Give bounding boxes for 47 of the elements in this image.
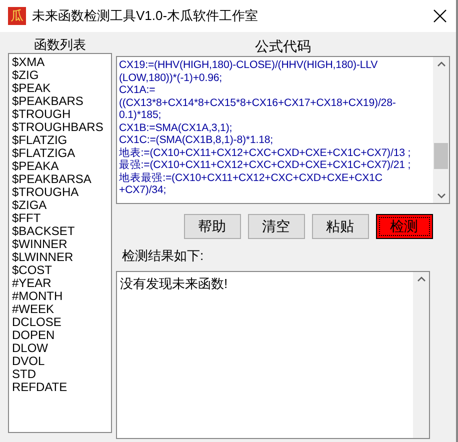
- function-item[interactable]: DLOW: [12, 342, 108, 355]
- code-header: 公式代码: [254, 37, 312, 56]
- action-button[interactable]: 粘贴: [312, 214, 368, 239]
- result-label: 检测结果如下:: [122, 248, 204, 263]
- list-header: 函数列表: [33, 36, 87, 53]
- function-item[interactable]: $FFT: [12, 212, 108, 225]
- function-item[interactable]: #MONTH: [12, 290, 108, 303]
- function-item[interactable]: $BACKSET: [12, 225, 108, 238]
- function-item[interactable]: STD: [12, 368, 108, 381]
- function-item[interactable]: $PEAKBARS: [12, 95, 108, 108]
- code-line: 地表最强:=(CX10+CX11+CX12+CXC+CXD+CXE+CX1C: [119, 172, 384, 184]
- action-button[interactable]: 清空: [248, 214, 304, 239]
- function-item[interactable]: $WINNER: [12, 238, 108, 251]
- code-line: 0.1)*185;: [119, 109, 162, 122]
- code-line: 地表:=(CX10+CX11+CX12+CXC+CXD+CXE+CX1C+CX7)/13 ;: [119, 146, 412, 159]
- code-line: CX1A:=: [119, 84, 156, 96]
- function-item[interactable]: $PEAKBARSA: [12, 173, 108, 186]
- function-item[interactable]: #WEEK: [12, 303, 108, 316]
- function-item[interactable]: $TROUGH: [12, 108, 108, 121]
- code-line: CX19:=(HHV(HIGH,180)-CLOSE)/(HHV(HIGH,180)-LLV: [119, 59, 379, 72]
- code-line: CX1B:=SMA(CX1A,3,1);: [119, 122, 234, 134]
- function-item[interactable]: #YEAR: [12, 277, 108, 290]
- code-line: ((CX13*8+CX14*8+CX15*8+CX16+CX17+CX18+CX19)/28-: [119, 96, 397, 109]
- function-item[interactable]: $XMA: [12, 56, 108, 69]
- function-item[interactable]: $TROUGHBARS: [12, 121, 108, 134]
- function-item[interactable]: $TROUGHA: [12, 186, 108, 199]
- function-item[interactable]: $COST: [12, 264, 108, 277]
- code-line: CX1C:=(SMA(CX1B,8,1)-8)*1.18;: [119, 134, 274, 146]
- app-logo: 瓜: [8, 7, 26, 25]
- function-item[interactable]: $ZIGA: [12, 199, 108, 212]
- code-line: 最强:=(CX10+CX11+CX12+CXC+CXD+CXE+CX1C+CX7)/21 ;: [119, 159, 412, 172]
- function-item[interactable]: $FLATZIG: [12, 134, 108, 147]
- code-line: (LOW,180))*(-1)+0.96;: [119, 72, 223, 84]
- function-item[interactable]: DCLOSE: [12, 316, 108, 329]
- action-button[interactable]: 帮助: [184, 214, 240, 239]
- result-text: 没有发现未来函数!: [120, 276, 228, 291]
- function-item[interactable]: $FLATZIGA: [12, 147, 108, 160]
- function-item[interactable]: DOPEN: [12, 329, 108, 342]
- function-item[interactable]: REFDATE: [12, 381, 108, 394]
- function-item[interactable]: DVOL: [12, 355, 108, 368]
- code-line: +CX7)/34;: [119, 184, 168, 196]
- function-item[interactable]: $LWINNER: [12, 251, 108, 264]
- check-button[interactable]: 检测: [376, 214, 432, 239]
- function-item[interactable]: $PEAK: [12, 82, 108, 95]
- function-item[interactable]: $PEAKA: [12, 160, 108, 173]
- function-item[interactable]: $ZIG: [12, 69, 108, 82]
- window-title: 未来函数检测工具V1.0-木瓜软件工作室: [32, 7, 260, 25]
